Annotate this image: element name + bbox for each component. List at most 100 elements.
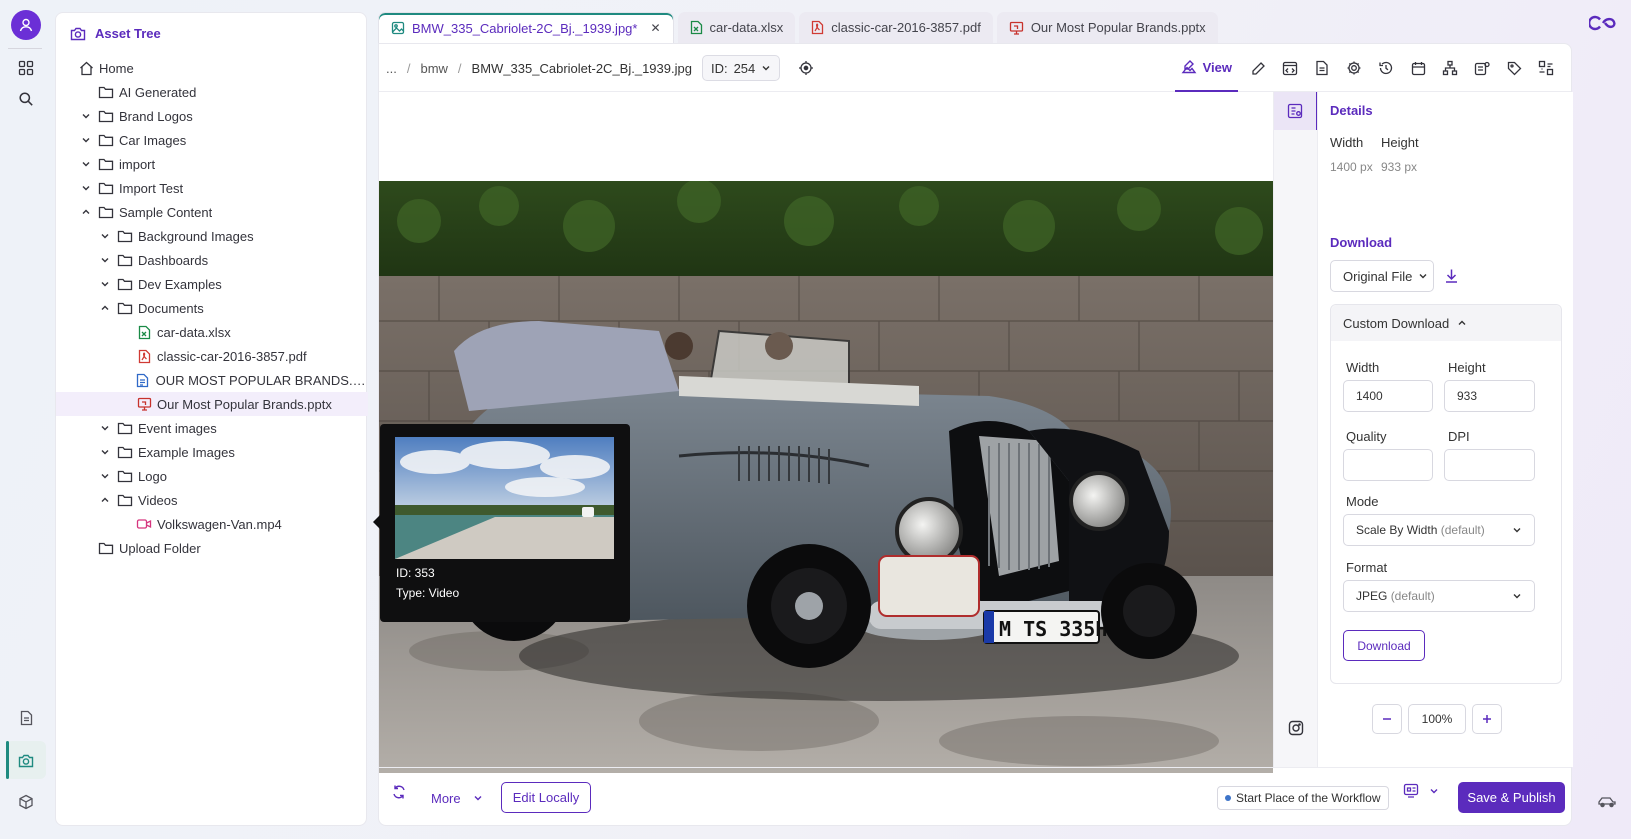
tree-item-label: Dev Examples bbox=[138, 276, 222, 292]
more-menu[interactable]: More bbox=[431, 784, 483, 812]
chevron-down-icon[interactable] bbox=[97, 444, 113, 460]
tree-item[interactable]: import bbox=[56, 152, 368, 176]
embed-icon[interactable] bbox=[1274, 44, 1306, 92]
editor-tab[interactable]: car-data.xlsx bbox=[677, 12, 796, 43]
history-icon[interactable] bbox=[1370, 44, 1402, 92]
tree-item[interactable]: Videos bbox=[56, 488, 368, 512]
tree-item[interactable]: classic-car-2016-3857.pdf bbox=[56, 344, 368, 368]
folder-icon bbox=[117, 420, 133, 436]
editor-tab[interactable]: BMW_335_Cabriolet-2C_Bj._1939.jpg* ✕ bbox=[378, 12, 674, 43]
folder-icon bbox=[117, 228, 133, 244]
excel-file-icon bbox=[136, 324, 152, 340]
tooltip-asset-id: ID: 353 bbox=[396, 566, 435, 580]
pdf-file-icon bbox=[811, 20, 824, 35]
camera-settings-icon[interactable] bbox=[1288, 720, 1304, 739]
custom-download-title: Custom Download bbox=[1343, 315, 1450, 331]
download-icon[interactable] bbox=[1444, 268, 1459, 287]
editor-tab-label: Our Most Popular Brands.pptx bbox=[1030, 20, 1206, 35]
document-icon[interactable] bbox=[10, 702, 42, 734]
cube-icon[interactable] bbox=[10, 786, 42, 818]
chevron-down-icon[interactable] bbox=[78, 156, 94, 172]
properties-icon[interactable] bbox=[1466, 44, 1498, 92]
search-icon[interactable] bbox=[10, 83, 42, 115]
custom-height-input[interactable]: 933 bbox=[1444, 380, 1535, 412]
format-select[interactable]: JPEG (default) bbox=[1343, 580, 1535, 612]
custom-width-input[interactable]: 1400 bbox=[1343, 380, 1433, 412]
tree-item[interactable]: OUR MOST POPULAR BRANDS.do... bbox=[56, 368, 368, 392]
mode-default-hint: (default) bbox=[1440, 523, 1485, 537]
height-value: 933 px bbox=[1381, 160, 1418, 174]
tree-item[interactable]: Car Images bbox=[56, 128, 368, 152]
asset-tree-title: Asset Tree bbox=[95, 26, 161, 41]
tree-item[interactable]: Dashboards bbox=[56, 248, 368, 272]
edit-locally-button[interactable]: Edit Locally bbox=[501, 782, 591, 813]
chevron-down-icon[interactable] bbox=[97, 468, 113, 484]
dashboard-icon[interactable] bbox=[10, 52, 42, 84]
tree-item[interactable]: Volkswagen-Van.mp4 bbox=[56, 512, 368, 536]
zoom-out-button[interactable] bbox=[1372, 704, 1402, 734]
editor-tab[interactable]: classic-car-2016-3857.pdf bbox=[799, 12, 993, 43]
breadcrumb-folder[interactable]: bmw bbox=[420, 61, 447, 76]
breadcrumb-ellipsis[interactable]: ... bbox=[386, 61, 397, 76]
quality-label: Quality bbox=[1346, 429, 1387, 444]
tab-view[interactable]: View bbox=[1174, 44, 1238, 92]
chevron-up-icon[interactable] bbox=[78, 204, 94, 220]
tree-item[interactable]: Documents bbox=[56, 296, 368, 320]
download-type-select[interactable]: Original File bbox=[1330, 260, 1434, 292]
chevron-down-icon[interactable] bbox=[97, 228, 113, 244]
tree-item[interactable]: car-data.xlsx bbox=[56, 320, 368, 344]
schedule-icon[interactable] bbox=[1402, 44, 1434, 92]
document-icon[interactable] bbox=[1306, 44, 1338, 92]
locate-in-tree-icon[interactable] bbox=[798, 60, 814, 76]
mode-select[interactable]: Scale By Width (default) bbox=[1343, 514, 1535, 546]
chevron-down-icon[interactable] bbox=[97, 276, 113, 292]
camera-icon[interactable] bbox=[10, 744, 42, 776]
download-button[interactable]: Download bbox=[1343, 630, 1425, 661]
tag-icon[interactable] bbox=[1498, 44, 1530, 92]
user-avatar[interactable] bbox=[11, 10, 41, 40]
tree-item[interactable]: Example Images bbox=[56, 440, 368, 464]
chevron-down-icon[interactable] bbox=[97, 420, 113, 436]
chevron-up-icon[interactable] bbox=[97, 492, 113, 508]
editor-tab[interactable]: Our Most Popular Brands.pptx bbox=[996, 12, 1218, 43]
tree-item[interactable]: Event images bbox=[56, 416, 368, 440]
tree-item[interactable]: Home bbox=[56, 56, 368, 80]
tree-item[interactable]: Background Images bbox=[56, 224, 368, 248]
zoom-in-button[interactable] bbox=[1472, 704, 1502, 734]
tree-item[interactable]: Dev Examples bbox=[56, 272, 368, 296]
details-panel-icon[interactable] bbox=[1274, 92, 1318, 130]
tree-item-label: Volkswagen-Van.mp4 bbox=[157, 516, 282, 532]
tree-item[interactable]: Sample Content bbox=[56, 200, 368, 224]
chevron-down-icon bbox=[1512, 525, 1522, 535]
chevron-up-icon[interactable] bbox=[97, 300, 113, 316]
workflow-status[interactable]: Start Place of the Workflow bbox=[1217, 786, 1389, 810]
tree-item[interactable]: Import Test bbox=[56, 176, 368, 200]
chevron-down-icon[interactable] bbox=[97, 252, 113, 268]
tree-item-label: Brand Logos bbox=[119, 108, 193, 124]
workflow-status-dot bbox=[1225, 795, 1231, 801]
mode-label: Mode bbox=[1346, 494, 1379, 509]
dependencies-icon[interactable] bbox=[1434, 44, 1466, 92]
tree-item[interactable]: Logo bbox=[56, 464, 368, 488]
tree-item[interactable]: Our Most Popular Brands.pptx bbox=[56, 392, 368, 416]
asset-id-selector[interactable]: ID: 254 bbox=[701, 55, 781, 81]
save-and-publish-button[interactable]: Save & Publish bbox=[1458, 782, 1565, 813]
chevron-down-icon[interactable] bbox=[78, 180, 94, 196]
edit-icon[interactable] bbox=[1242, 44, 1274, 92]
zoom-level[interactable]: 100% bbox=[1408, 704, 1466, 734]
dpi-input[interactable] bbox=[1444, 449, 1535, 481]
close-icon[interactable]: ✕ bbox=[650, 21, 660, 35]
custom-download-toggle[interactable]: Custom Download bbox=[1331, 305, 1561, 341]
tree-item[interactable]: Upload Folder bbox=[56, 536, 368, 560]
reload-icon[interactable] bbox=[391, 784, 407, 803]
chevron-down-icon[interactable] bbox=[78, 108, 94, 124]
chevron-down-icon[interactable] bbox=[78, 132, 94, 148]
tree-item[interactable]: Brand Logos bbox=[56, 104, 368, 128]
workflow-icon[interactable] bbox=[1530, 44, 1562, 92]
tree-item[interactable]: AI Generated bbox=[56, 80, 368, 104]
settings-icon[interactable] bbox=[1338, 44, 1370, 92]
editor-toolbar: ... / bmw / BMW_335_Cabriolet-2C_Bj._193… bbox=[379, 44, 1571, 92]
quality-input[interactable] bbox=[1343, 449, 1433, 481]
preview-menu[interactable] bbox=[1403, 783, 1439, 798]
